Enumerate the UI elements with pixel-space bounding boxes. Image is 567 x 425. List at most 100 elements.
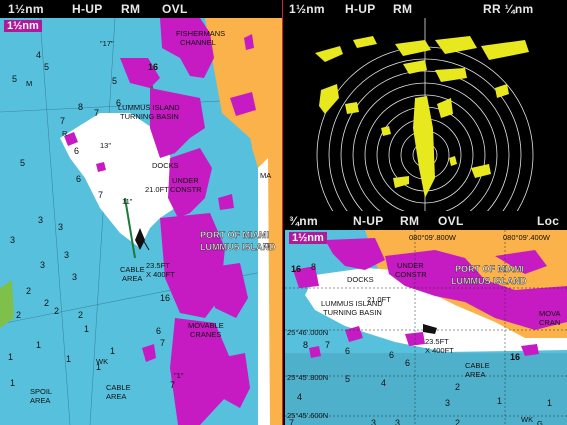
- svg-text:23.5FT X 400FT: 23.5FT X 400FT: [146, 261, 175, 279]
- svg-text:DOCKS: DOCKS: [152, 161, 179, 170]
- svg-text:3: 3: [10, 235, 15, 245]
- svg-text:WK: WK: [521, 415, 533, 424]
- lon-label-2: 080°09'.400W: [503, 233, 551, 242]
- svg-text:"1": "1": [174, 371, 184, 380]
- svg-text:PORT OF MIAMI: PORT OF MIAMI: [455, 264, 524, 274]
- svg-text:7: 7: [94, 108, 99, 118]
- svg-text:DOCKS: DOCKS: [347, 275, 374, 284]
- radar-scope: [285, 18, 567, 211]
- overlay-label: OVL: [438, 214, 464, 228]
- range-label: 1½nm: [8, 2, 44, 16]
- svg-text:1: 1: [8, 352, 13, 362]
- svg-text:2: 2: [455, 418, 460, 425]
- scale-badge: 1½nm: [4, 20, 42, 32]
- svg-text:1: 1: [84, 324, 89, 334]
- svg-text:2: 2: [78, 310, 83, 320]
- svg-text:2: 2: [16, 310, 21, 320]
- radar-orientation-label: H-UP: [345, 2, 376, 16]
- svg-text:3: 3: [445, 398, 450, 408]
- svg-text:7: 7: [60, 116, 65, 126]
- svg-text:2: 2: [54, 306, 59, 316]
- svg-text:3: 3: [395, 418, 400, 425]
- chart-pane-bottom[interactable]: ¾nm N-UP RM OVL Loc 1½nm 080°09'.800W 08…: [285, 212, 567, 425]
- svg-text:5: 5: [112, 76, 117, 86]
- svg-text:3: 3: [58, 222, 63, 232]
- nautical-chart-left: 455 568 776 675 333 333 222 2 21 11 1 167 …: [0, 18, 282, 425]
- svg-text:2: 2: [26, 286, 31, 296]
- svg-text:LUMMUS ISLAND: LUMMUS ISLAND: [200, 242, 276, 252]
- svg-text:4: 4: [381, 378, 386, 388]
- svg-text:LUMMUS ISLAND TURNIN: LUMMUS ISLAND TURNING BASIN: [118, 103, 182, 121]
- svg-text:8: 8: [303, 340, 308, 350]
- range-rings-label: RR ¼nm: [483, 2, 534, 16]
- orientation-label: N-UP: [353, 214, 384, 228]
- svg-text:3: 3: [40, 260, 45, 270]
- svg-text:4: 4: [297, 392, 302, 402]
- radar-view[interactable]: [285, 18, 567, 211]
- svg-text:G: G: [537, 419, 543, 425]
- svg-text:SPOIL AREA: SPOIL AREA: [30, 387, 54, 405]
- svg-text:6: 6: [405, 358, 410, 368]
- overlay-label: OVL: [162, 2, 188, 16]
- svg-text:UNDER CONSTR: UNDER CONSTR: [395, 261, 427, 279]
- svg-text:16: 16: [291, 264, 301, 274]
- svg-text:7: 7: [289, 418, 294, 425]
- chart-view-bottom[interactable]: 1½nm 080°09'.800W 080°09'.400W 25°46'.00…: [285, 230, 567, 425]
- motion-label: RM: [121, 2, 141, 16]
- svg-text:8: 8: [311, 262, 316, 272]
- lat-label-2: 25°45'.800N: [287, 373, 328, 382]
- loc-label: Loc: [537, 214, 560, 228]
- chart-status-bar-left: 1½nm H-UP RM OVL: [0, 0, 282, 18]
- svg-text:5: 5: [12, 74, 17, 84]
- svg-text:LUMMUS ISLAND: LUMMUS ISLAND: [451, 276, 527, 286]
- svg-text:6: 6: [76, 174, 81, 184]
- svg-text:7: 7: [160, 338, 165, 348]
- chart-status-bar-bottom: ¾nm N-UP RM OVL Loc: [285, 212, 567, 230]
- lat-label-1: 25°46'.000N: [287, 328, 328, 337]
- radar-pane[interactable]: 1½nm H-UP RM RR ¼nm: [285, 0, 567, 211]
- svg-text:WK: WK: [96, 357, 108, 366]
- svg-text:7: 7: [170, 380, 175, 390]
- svg-text:UNDER CONSTR: UNDER CONSTR: [170, 176, 202, 194]
- svg-text:7: 7: [98, 190, 103, 200]
- svg-text:M: M: [26, 79, 32, 88]
- radar-range-label: 1½nm: [289, 2, 325, 16]
- chart-view-left[interactable]: 1½nm 4 5 5 5 6 8 7 7 6 6 7 5 3 3 3 3 3 3…: [0, 18, 282, 425]
- svg-text:8: 8: [78, 102, 83, 112]
- svg-text:MOVABLE CRANES: MOVABLE CRANES: [188, 321, 226, 339]
- svg-text:23.5FT X 400FT: 23.5FT X 400FT: [425, 337, 454, 355]
- svg-text:16: 16: [148, 62, 158, 72]
- svg-text:PORT OF MIAMI: PORT OF MIAMI: [200, 230, 269, 240]
- svg-text:2: 2: [44, 298, 49, 308]
- svg-text:R: R: [62, 129, 68, 138]
- svg-text:16: 16: [160, 293, 170, 303]
- svg-text:1: 1: [497, 396, 502, 406]
- svg-text:2: 2: [455, 382, 460, 392]
- svg-text:3: 3: [72, 272, 77, 282]
- lon-label-1: 080°09'.800W: [409, 233, 457, 242]
- svg-text:1: 1: [66, 354, 71, 364]
- svg-text:4: 4: [36, 50, 41, 60]
- scale-badge: 1½nm: [289, 232, 327, 244]
- svg-text:6: 6: [389, 350, 394, 360]
- svg-text:1: 1: [36, 340, 41, 350]
- svg-text:5: 5: [20, 158, 25, 168]
- svg-text:11": 11": [122, 197, 133, 206]
- svg-text:16: 16: [510, 352, 520, 362]
- chart-pane-left[interactable]: 1½nm H-UP RM OVL 1½nm 4 5 5 5 6 8 7 7 6 …: [0, 0, 283, 425]
- svg-text:1: 1: [10, 378, 15, 388]
- motion-label: RM: [400, 214, 420, 228]
- svg-text:7: 7: [325, 340, 330, 350]
- range-label: ¾nm: [289, 214, 318, 228]
- svg-text:13": 13": [100, 141, 111, 150]
- radar-status-bar: 1½nm H-UP RM RR ¼nm: [285, 0, 567, 18]
- svg-text:21.0FT: 21.0FT: [145, 185, 169, 194]
- svg-text:MA: MA: [260, 171, 271, 180]
- svg-text:1: 1: [110, 346, 115, 356]
- svg-text:6: 6: [74, 146, 79, 156]
- nautical-chart-bottom: 080°09'.800W 080°09'.400W 25°46'.000N 25…: [285, 230, 567, 425]
- svg-text:6: 6: [345, 346, 350, 356]
- bridge-label: "17": [100, 39, 114, 48]
- svg-text:5: 5: [44, 62, 49, 72]
- svg-text:1: 1: [547, 398, 552, 408]
